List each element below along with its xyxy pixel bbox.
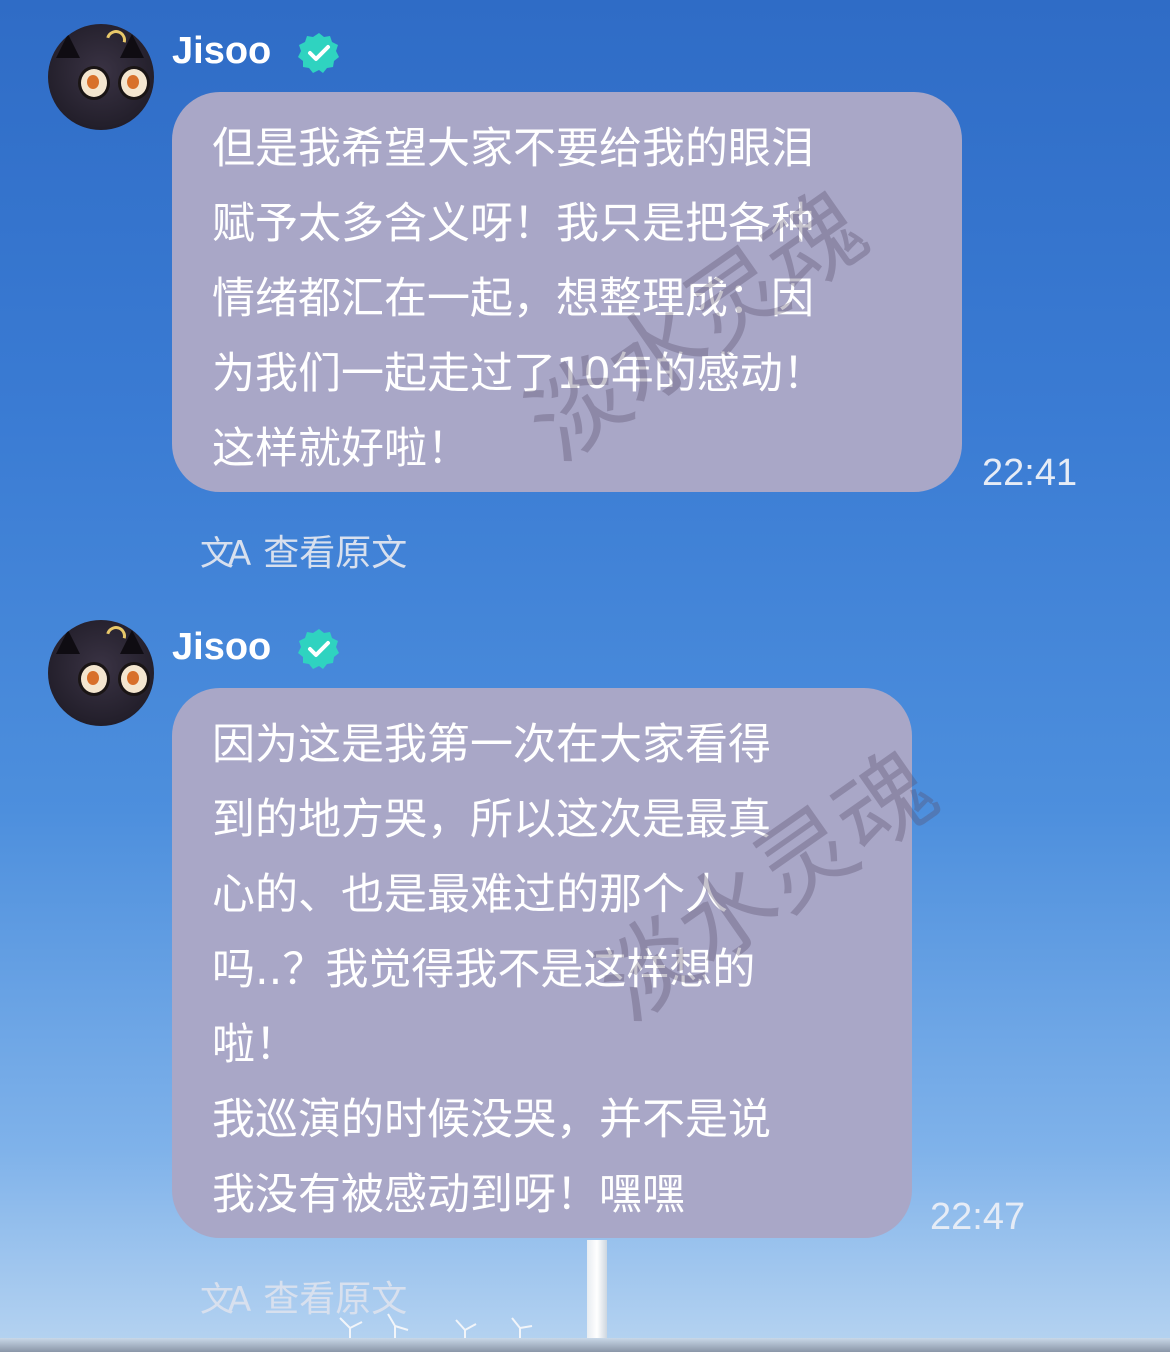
message-line: 啦！	[212, 1020, 298, 1070]
message-line: 为我们一起走过了10年的感动！	[212, 349, 826, 399]
wind-turbine-pole	[587, 1240, 607, 1352]
message-line: 这样就好啦！	[212, 424, 470, 474]
avatar-eye-left	[78, 662, 110, 696]
message-line: 我巡演的时候没哭，并不是说	[212, 1095, 771, 1145]
verified-badge-icon	[298, 33, 339, 73]
translate-icon: 文A	[200, 1279, 251, 1320]
avatar-eye-right	[118, 662, 150, 696]
message-line: 我没有被感动到呀！嘿嘿	[212, 1170, 685, 1220]
verified-badge-icon	[298, 629, 339, 669]
view-original-label: 查看原文	[263, 533, 408, 574]
message-bubble[interactable]: 因为这是我第一次在大家看得 到的地方哭，所以这次是最真 心的、也是最难过的那个人…	[172, 688, 912, 1238]
message-line: 吗..？我觉得我不是这样想的	[212, 945, 756, 995]
sender-name[interactable]: Jisoo	[172, 626, 271, 669]
message-line: 因为这是我第一次在大家看得	[212, 720, 771, 770]
avatar-eye-left	[78, 66, 110, 100]
ground-strip	[0, 1338, 1170, 1352]
message-line: 情绪都汇在一起，想整理成：因	[212, 274, 814, 324]
message-time: 22:47	[930, 1196, 1026, 1238]
avatar-ear-left	[56, 630, 80, 654]
sender-name[interactable]: Jisoo	[172, 30, 271, 73]
translate-icon: 文A	[200, 533, 251, 574]
view-original-link[interactable]: 文A 查看原文	[200, 524, 407, 576]
avatar-ear-left	[56, 34, 80, 58]
avatar[interactable]	[48, 24, 154, 130]
message-line: 但是我希望大家不要给我的眼泪	[212, 124, 814, 174]
message-line: 到的地方哭，所以这次是最真	[212, 795, 771, 845]
avatar-eye-right	[118, 66, 150, 100]
message-line: 心的、也是最难过的那个人	[212, 870, 728, 920]
message-bubble[interactable]: 但是我希望大家不要给我的眼泪 赋予太多含义呀！我只是把各种 情绪都汇在一起，想整…	[172, 92, 962, 492]
avatar[interactable]	[48, 620, 154, 726]
message-time: 22:41	[982, 452, 1078, 494]
message-line: 赋予太多含义呀！我只是把各种	[212, 199, 814, 249]
